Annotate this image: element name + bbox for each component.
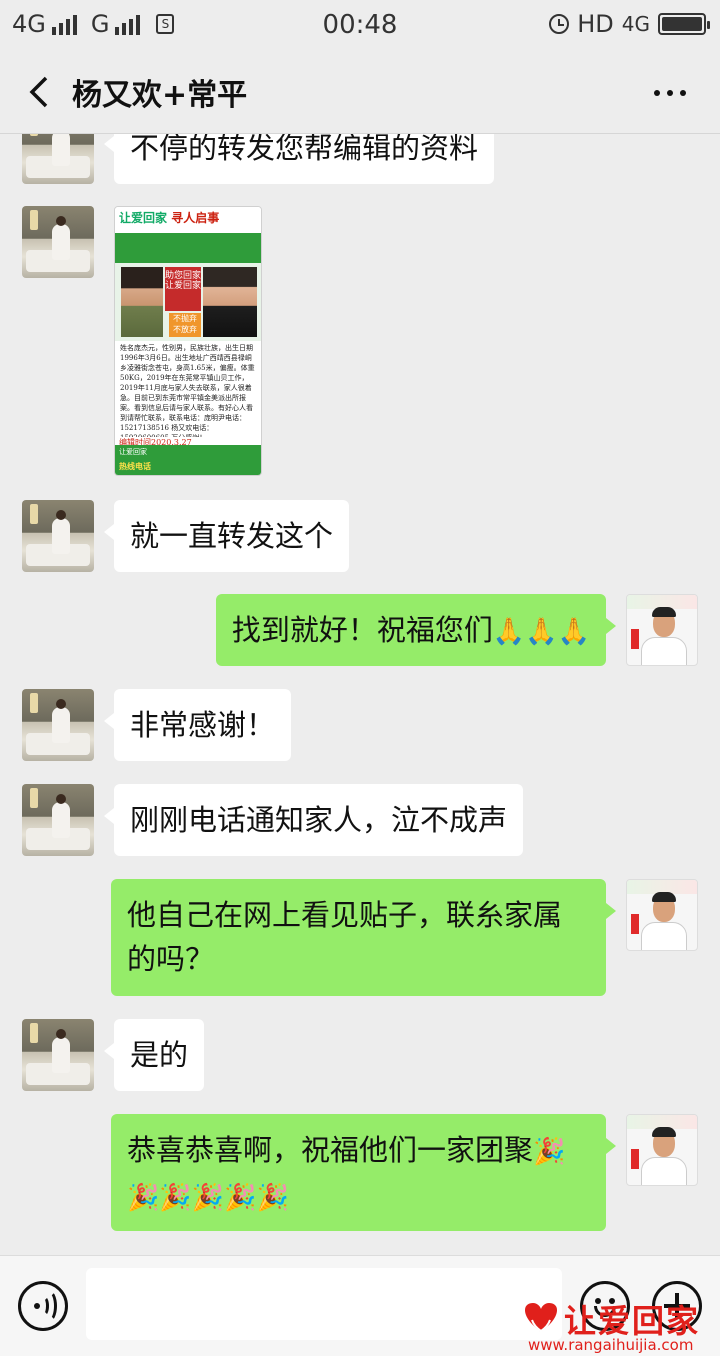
my-avatar[interactable] <box>626 594 698 666</box>
message-bubble-incoming[interactable]: 不停的转发您帮编辑的资料 <box>103 134 495 184</box>
contact-avatar[interactable] <box>22 784 94 856</box>
heart-hands-icon <box>525 1303 557 1333</box>
my-avatar[interactable] <box>626 1114 698 1186</box>
contact-avatar[interactable] <box>22 206 94 278</box>
message-text: 他自己在网上看见贴子，联糸家属的吗？ <box>127 898 563 976</box>
alarm-icon <box>549 14 570 34</box>
poster-photo-1 <box>121 267 163 337</box>
message-bubble-outgoing[interactable]: 恭喜恭喜啊，祝福他们一家团聚🎉 🎉🎉🎉🎉🎉 <box>111 1114 616 1231</box>
status-right: HD 4G <box>549 10 710 38</box>
message-bubble-outgoing[interactable]: 他自己在网上看见贴子，联糸家属的吗？ <box>111 879 616 996</box>
poster-footer: 让爱回家 热线电话 <box>115 445 261 475</box>
message-text: 是的 <box>130 1038 189 1072</box>
contact-avatar[interactable] <box>22 500 94 572</box>
message-bubble-incoming[interactable]: 是的 <box>103 1019 205 1091</box>
chat-header: 杨又欢+常平 <box>0 50 720 134</box>
message-text: 找到就好！祝福您们 <box>231 613 493 647</box>
poster-footer-text: 让爱回家 <box>119 448 147 456</box>
more-icon[interactable] <box>654 90 686 96</box>
my-avatar[interactable] <box>626 879 698 951</box>
message-bubble-incoming[interactable]: 就一直转发这个 <box>103 500 350 572</box>
status-bar: 4G G S 00:48 HD 4G <box>0 0 720 50</box>
message-input[interactable] <box>86 1268 562 1340</box>
message-bubble-incoming[interactable]: 非常感谢！ <box>103 689 292 761</box>
poster-photo-2 <box>203 267 257 337</box>
party-popper-emoji-icon: 🎉 <box>533 1137 566 1167</box>
poster-header-2: 寻人启事 <box>171 211 220 225</box>
poster-header: 让爱回家 <box>119 211 168 225</box>
voice-icon[interactable] <box>18 1281 68 1331</box>
message-text: 恭喜恭喜啊，祝福他们一家团聚 <box>127 1133 534 1167</box>
message-text: 不停的转发您帮编辑的资料 <box>130 134 479 165</box>
poster-photos: 助您回家 让爱回家 不抛弃 不放弃 <box>115 263 261 341</box>
contact-avatar[interactable] <box>22 134 94 184</box>
battery-icon <box>658 13 710 35</box>
hd-label: HD <box>577 10 614 38</box>
contact-avatar[interactable] <box>22 1019 94 1091</box>
message-text: 刚刚电话通知家人，泣不成声 <box>130 803 508 837</box>
message-text: 就一直转发这个 <box>130 519 334 553</box>
pray-emoji-icon: 🙏🙏🙏 <box>492 617 590 647</box>
back-icon[interactable] <box>26 76 54 108</box>
watermark-url: www.rangaihuijia.com <box>528 1336 694 1354</box>
message-bubble-outgoing[interactable]: 找到就好！祝福您们🙏🙏🙏 <box>215 594 617 666</box>
missing-person-poster-image[interactable]: 让爱回家 寻人启事 助您回家 让爱回家 不抛弃 不放弃 姓名庞杰元，性别男，民族… <box>114 206 262 476</box>
chat-title: 杨又欢+常平 <box>72 78 248 113</box>
message-list[interactable]: 不停的转发您帮编辑的资料 让爱回家 寻人启事 助您回家 让爱回家 不抛弃 不放弃… <box>0 134 720 1255</box>
message-text: 非常感谢！ <box>130 708 276 742</box>
message-bubble-incoming[interactable]: 刚刚电话通知家人，泣不成声 <box>103 784 524 856</box>
network-label-3: 4G <box>621 12 650 36</box>
watermark-logo: 让爱回家 www.rangaihuijia.com <box>520 1296 720 1356</box>
party-popper-emoji-icon: 🎉🎉🎉🎉🎉 <box>127 1183 289 1213</box>
poster-body: 姓名庞杰元，性别男，民族壮族，出生日期1996年3月6日。出生地址广西靖西县禄峒… <box>120 344 255 437</box>
poster-tag-2: 不抛弃 不放弃 <box>169 313 201 337</box>
poster-banner <box>115 233 261 263</box>
poster-tag: 助您回家 让爱回家 <box>165 267 201 311</box>
poster-hotline: 热线电话 <box>119 461 151 471</box>
contact-avatar[interactable] <box>22 689 94 761</box>
